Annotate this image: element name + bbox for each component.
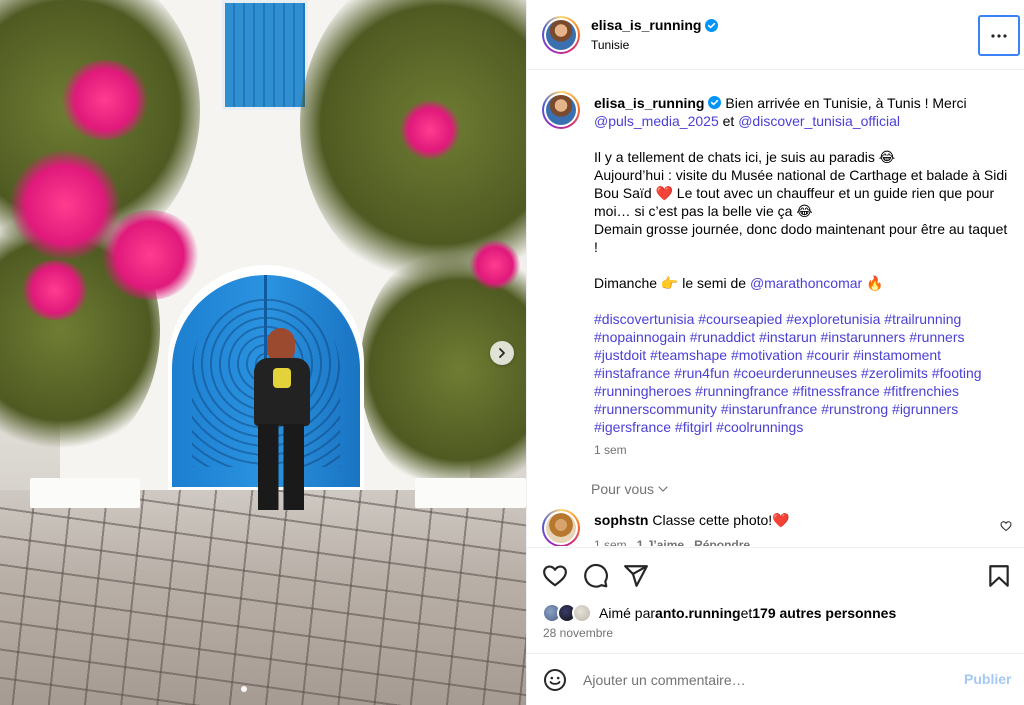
for-you-label[interactable]: Pour vous [591, 481, 654, 497]
photo-person-logo [273, 368, 291, 388]
comment-likes-count[interactable]: 1 J’aime [637, 538, 684, 546]
post-photo[interactable] [0, 0, 526, 705]
caption-intro: Bien arrivée en Tunisie, à Tunis ! Merci [721, 95, 967, 111]
post-actions: Aimé par anto.running et 179 autres pers… [527, 547, 1024, 654]
photo-person-legs [258, 424, 304, 510]
author-username-text[interactable]: elisa_is_running [591, 17, 701, 33]
caption-sunday-prefix: Dimanche 👉 le semi de [594, 275, 750, 291]
caption-time-ago[interactable]: 1 sem [594, 443, 627, 457]
caption-sunday-suffix: 🔥 [862, 275, 884, 291]
publish-button[interactable]: Publier [964, 671, 1011, 687]
liker-avatars[interactable] [542, 603, 592, 623]
comment-icon[interactable] [583, 563, 609, 589]
author-avatar[interactable] [542, 16, 580, 54]
likes-prefix: Aimé par [599, 605, 656, 621]
caption-line-visit: Aujourd’hui : visite du Musée national d… [594, 167, 1008, 219]
emoji-icon[interactable] [543, 668, 567, 692]
caption-mention-puls-media[interactable]: @puls_media_2025 [594, 113, 719, 129]
post-date[interactable]: 28 novembre [543, 626, 613, 640]
photo-person-head [267, 328, 295, 362]
add-comment-bar: Publier [527, 655, 1024, 705]
caption-line-cats: Il y a tellement de chats ici, je suis a… [594, 149, 896, 165]
caption-mention-marathoncomar[interactable]: @marathoncomar [750, 275, 862, 291]
caption-username[interactable]: elisa_is_running [594, 95, 704, 111]
likes-middle: et [740, 605, 753, 621]
likes-others-count[interactable]: 179 autres personnes [752, 605, 896, 621]
caption-line-sunday: Dimanche 👉 le semi de @marathoncomar 🔥 [594, 274, 1014, 292]
comment: sophstn Classe cette photo!❤️ [594, 512, 790, 529]
photo-flowers [60, 60, 150, 140]
share-icon[interactable] [623, 563, 649, 589]
caption-hashtags[interactable]: #discovertunisia #courseapied #exploretu… [594, 310, 1014, 436]
carousel-indicator [241, 686, 247, 692]
photo-planter [415, 478, 526, 508]
comment-body: Classe cette photo!❤️ [648, 512, 790, 528]
bookmark-icon[interactable] [986, 563, 1012, 589]
caption-and: et [718, 113, 739, 129]
photo-flowers [100, 210, 200, 300]
comment-meta: 1 sem 1 J’aime Répondre [594, 538, 750, 546]
verified-badge-icon [705, 18, 719, 32]
post-header: elisa_is_running Tunisie [527, 0, 1024, 70]
chevron-right-icon [499, 348, 505, 358]
post-dialog: elisa_is_running Tunisie elisa_is_runnin… [0, 0, 1024, 705]
photo-flowers [400, 100, 460, 160]
commenter-avatar[interactable] [542, 509, 580, 546]
likes-summary: Aimé par anto.running et 179 autres pers… [542, 603, 896, 623]
verified-badge-icon [708, 96, 722, 109]
author-username[interactable]: elisa_is_running [591, 17, 719, 33]
photo-planter [30, 478, 140, 508]
carousel-next-button[interactable] [490, 341, 514, 365]
chevron-down-icon [658, 486, 668, 492]
more-options-icon [991, 33, 1007, 38]
photo-ground [0, 490, 526, 705]
post-location[interactable]: Tunisie [591, 38, 629, 52]
for-you-toggle[interactable]: Pour vous [591, 481, 668, 497]
comment-like-icon[interactable] [1000, 520, 1012, 532]
comment-time-ago[interactable]: 1 sem [594, 538, 627, 546]
comment-reply-button[interactable]: Répondre [694, 538, 750, 546]
caption-author-avatar[interactable] [542, 91, 580, 129]
photo-flowers [20, 260, 90, 320]
caption-area: elisa_is_running Bien arrivée en Tunisie… [527, 71, 1024, 546]
liker-avatar [572, 603, 592, 623]
likes-first-user[interactable]: anto.running [655, 605, 741, 621]
heart-icon[interactable] [542, 563, 568, 589]
commenter-username[interactable]: sophstn [594, 512, 648, 528]
caption-mention-discover-tunisia[interactable]: @discover_tunisia_official [738, 113, 900, 129]
caption-text: elisa_is_running Bien arrivée en Tunisie… [594, 94, 1014, 436]
more-options-button[interactable] [978, 15, 1020, 56]
photo-window [222, 0, 308, 110]
photo-flowers [470, 240, 520, 290]
post-side-panel: elisa_is_running Tunisie elisa_is_runnin… [526, 0, 1024, 705]
caption-line-tomorrow: Demain grosse journée, donc dodo mainten… [594, 221, 1008, 255]
comment-input[interactable] [583, 668, 953, 692]
